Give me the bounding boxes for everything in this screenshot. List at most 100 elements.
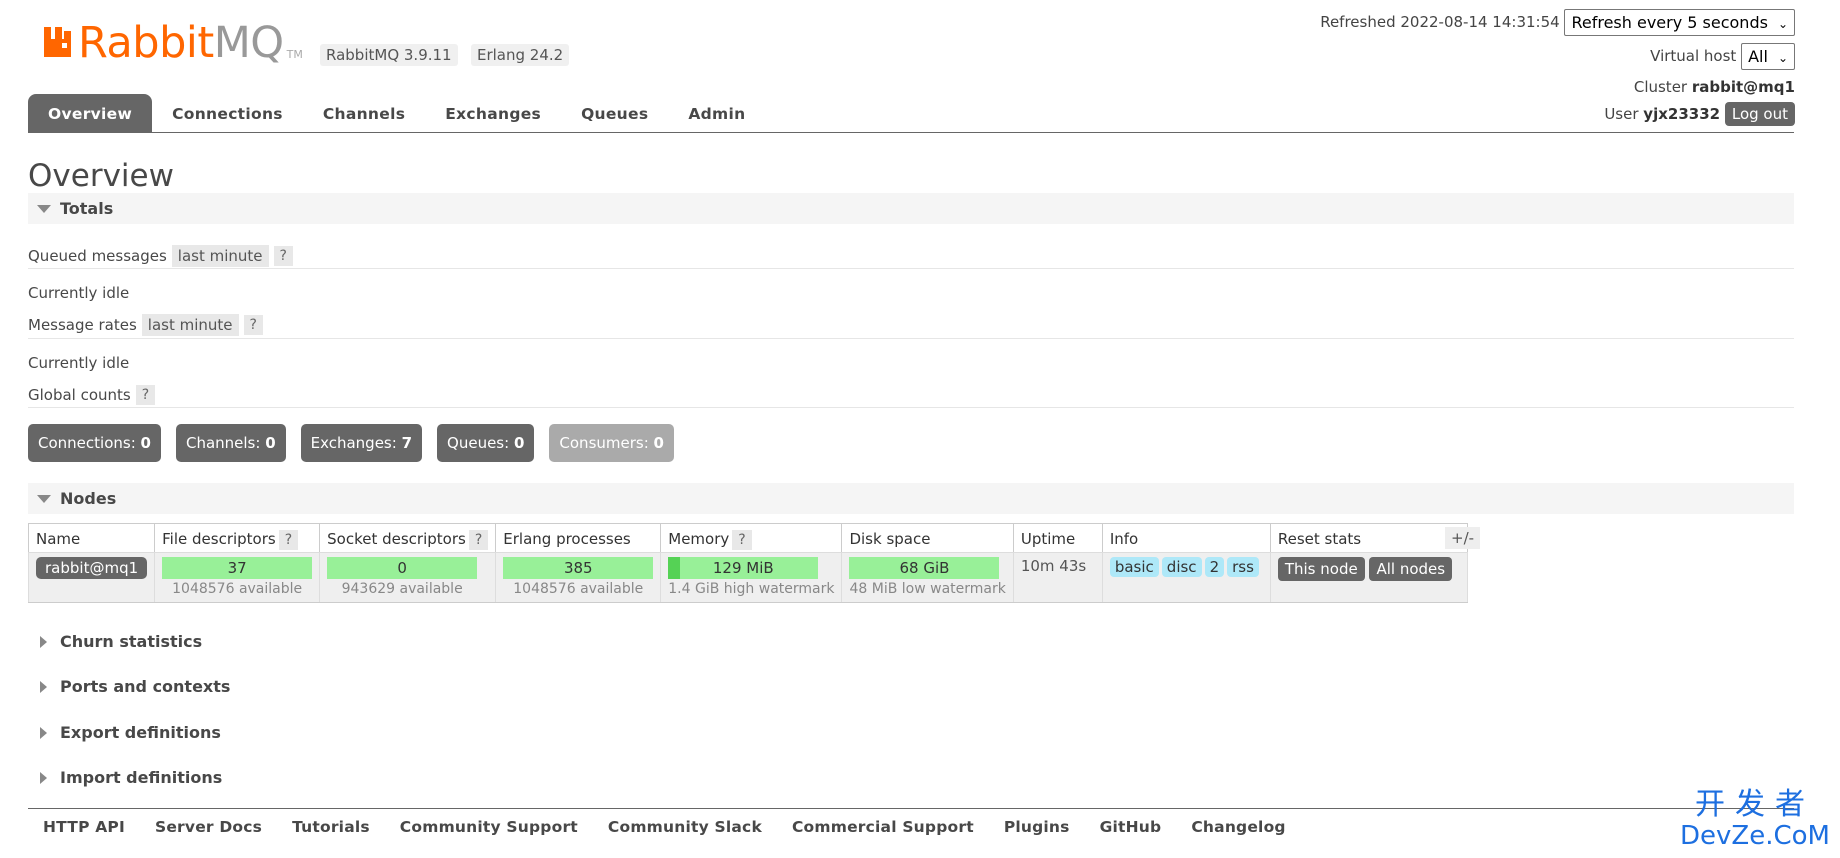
triangle-down-icon [37, 495, 51, 503]
totals-section-toggle[interactable]: Totals [28, 193, 1794, 224]
footer-link-community-support[interactable]: Community Support [385, 818, 593, 836]
message-rates-label: Message rates [28, 316, 137, 334]
node-name-cell: rabbit@mq1 [27, 552, 156, 603]
reset-all-nodes-button[interactable]: All nodes [1369, 557, 1453, 581]
rates-idle-text: Currently idle [28, 354, 130, 372]
help-button[interactable]: ? [278, 529, 299, 550]
queued-messages-label: Queued messages [28, 247, 167, 265]
divider [28, 407, 1794, 408]
toggle-columns-button[interactable]: +/- [1445, 527, 1481, 549]
queued-messages-row: Queued messages last minute ? [28, 245, 293, 267]
brand-name: RabbitMQ [78, 18, 284, 68]
vhost-row: Virtual host All ⌄ [1650, 43, 1795, 70]
divider [28, 338, 1794, 339]
help-button[interactable]: ? [732, 529, 752, 550]
footer-link-tutorials[interactable]: Tutorials [277, 818, 385, 836]
exchanges-count-button[interactable]: Exchanges: 7 [300, 424, 423, 462]
tab-overview[interactable]: Overview [28, 94, 153, 133]
erlang-processes-bar: 385 [503, 557, 654, 579]
channels-count-button[interactable]: Channels: 0 [175, 424, 286, 462]
tab-connections[interactable]: Connections [152, 94, 303, 133]
triangle-right-icon [40, 772, 47, 784]
ports-and-contexts-toggle[interactable]: Ports and contexts [28, 677, 428, 701]
col-disk-space[interactable]: Disk space [841, 523, 1014, 553]
info-tag-disc[interactable]: disc [1161, 557, 1202, 577]
footer-link-http-api[interactable]: HTTP API [28, 818, 140, 836]
col-file-descriptors[interactable]: File descriptors? [154, 523, 321, 553]
queued-range-chip[interactable]: last minute [171, 245, 269, 267]
tab-divider [28, 132, 1794, 133]
message-rates-row: Message rates last minute ? [28, 314, 263, 336]
footer-links: HTTP API Server Docs Tutorials Community… [28, 818, 1301, 836]
churn-statistics-toggle[interactable]: Churn statistics [28, 632, 428, 656]
footer-link-changelog[interactable]: Changelog [1176, 818, 1300, 836]
col-erlang-processes[interactable]: Erlang processes [495, 523, 662, 553]
file-descriptors-cell: 37 1048576 available [154, 552, 321, 603]
col-memory[interactable]: Memory? [660, 523, 843, 553]
consumers-count-button[interactable]: Consumers: 0 [549, 424, 674, 462]
tab-channels[interactable]: Channels [303, 94, 425, 133]
refresh-row: Refreshed 2022-08-14 14:31:54 Refresh ev… [1320, 9, 1795, 36]
user-name: yjx23332 [1643, 105, 1721, 123]
help-button[interactable]: ? [468, 529, 489, 550]
memory-watermark: 1.4 GiB high watermark [668, 581, 835, 597]
col-name[interactable]: Name [27, 523, 156, 553]
socket-descriptors-cell: 0 943629 available [319, 552, 497, 603]
global-counts-help-button[interactable]: ? [135, 385, 156, 405]
footer-link-server-docs[interactable]: Server Docs [140, 818, 277, 836]
tab-exchanges[interactable]: Exchanges [425, 94, 561, 133]
rates-range-chip[interactable]: last minute [141, 314, 239, 336]
tab-queues[interactable]: Queues [561, 94, 668, 133]
footer-link-community-slack[interactable]: Community Slack [593, 818, 777, 836]
col-reset-stats[interactable]: Reset stats [1269, 523, 1468, 553]
col-socket-descriptors[interactable]: Socket descriptors? [319, 523, 497, 553]
nodes-table: Name File descriptors? Socket descriptor… [27, 523, 1468, 603]
ports-and-contexts-label: Ports and contexts [60, 677, 231, 696]
export-definitions-toggle[interactable]: Export definitions [28, 723, 428, 747]
col-info[interactable]: Info [1101, 523, 1271, 553]
tab-admin[interactable]: Admin [668, 94, 765, 133]
info-cell: basic disc 2 rss [1101, 552, 1271, 603]
user-row: User yjx23332 Log out [1604, 102, 1795, 126]
col-uptime[interactable]: Uptime [1012, 523, 1103, 553]
reset-this-node-button[interactable]: This node [1277, 557, 1365, 581]
rabbitmq-version-badge: RabbitMQ 3.9.11 [320, 44, 458, 66]
rates-help-button[interactable]: ? [243, 315, 263, 335]
rabbitmq-logo[interactable]: RabbitMQ TM [42, 20, 303, 66]
cluster-row: Cluster rabbit@mq1 [1634, 78, 1795, 96]
logout-button[interactable]: Log out [1724, 102, 1795, 126]
nodes-section-toggle[interactable]: Nodes [28, 483, 1794, 514]
triangle-right-icon [40, 681, 47, 693]
disk-space-cell: 68 GiB 48 MiB low watermark [841, 552, 1014, 603]
file-descriptors-available: 1048576 available [172, 581, 303, 597]
socket-descriptors-bar: 0 [327, 557, 478, 579]
info-tag-rss[interactable]: rss [1227, 557, 1259, 577]
erlang-version-badge: Erlang 24.2 [471, 44, 570, 66]
cluster-label: Cluster [1633, 78, 1688, 96]
connections-count-button[interactable]: Connections: 0 [28, 424, 161, 462]
footer-link-commercial-support[interactable]: Commercial Support [777, 818, 989, 836]
footer-link-plugins[interactable]: Plugins [989, 818, 1085, 836]
memory-bar: 129 MiB [668, 557, 819, 579]
queued-idle-text: Currently idle [28, 284, 130, 302]
watermark-cn: 开发者 [1695, 787, 1815, 822]
table-header-row: Name File descriptors? Socket descriptor… [27, 523, 1468, 553]
info-tag-basic[interactable]: basic [1109, 557, 1159, 577]
node-name-link[interactable]: rabbit@mq1 [36, 557, 148, 579]
info-tag-count[interactable]: 2 [1204, 557, 1225, 577]
import-definitions-toggle[interactable]: Import definitions [28, 768, 428, 792]
rabbitmq-logo-icon [44, 27, 71, 57]
vhost-select[interactable]: All ⌄ [1741, 43, 1795, 70]
import-definitions-label: Import definitions [60, 768, 223, 787]
triangle-down-icon [37, 205, 51, 213]
page-title: Overview [28, 158, 174, 194]
table-row: rabbit@mq1 37 1048576 available 0 943629… [27, 552, 1468, 603]
cluster-name: rabbit@mq1 [1691, 78, 1795, 96]
memory-cell: 129 MiB 1.4 GiB high watermark [660, 552, 843, 603]
disk-space-bar: 68 GiB [849, 557, 1000, 579]
queued-help-button[interactable]: ? [273, 246, 293, 266]
refresh-interval-select[interactable]: Refresh every 5 seconds ⌄ [1564, 9, 1795, 36]
footer-link-github[interactable]: GitHub [1085, 818, 1177, 836]
triangle-right-icon [40, 636, 47, 648]
queues-count-button[interactable]: Queues: 0 [437, 424, 535, 462]
